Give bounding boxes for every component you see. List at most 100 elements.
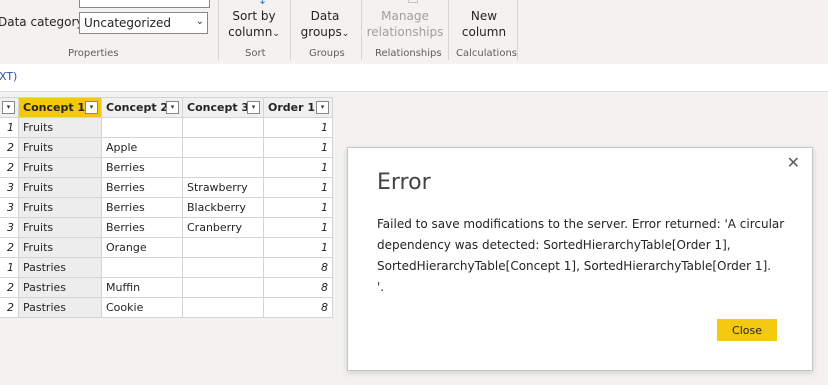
table-cell[interactable]: 8 bbox=[263, 297, 333, 318]
filter-dropdown-icon[interactable]: ▾ bbox=[316, 101, 329, 114]
filter-dropdown-icon[interactable]: ▾ bbox=[85, 101, 98, 114]
data-category-value: Uncategorized bbox=[84, 16, 171, 30]
table-header-row: ▾ Concept 1 ▾ Concept 2 ▾ Concept 3 ▾ Order… bbox=[0, 97, 333, 118]
table-row: 1 Pastries 8 bbox=[0, 257, 333, 278]
table-cell[interactable] bbox=[101, 257, 183, 278]
relationships-icon bbox=[408, 0, 418, 3]
formula-bar[interactable]: XT) bbox=[0, 64, 828, 92]
table-cell[interactable]: 2 bbox=[0, 297, 19, 318]
sort-by-line1: Sort by bbox=[232, 9, 276, 23]
close-icon[interactable]: ✕ bbox=[787, 153, 800, 172]
data-category-label: Data category bbox=[0, 15, 84, 29]
column-header-concept-3[interactable]: Concept 3 ▾ bbox=[182, 97, 264, 118]
table-cell[interactable]: 1 bbox=[263, 117, 333, 138]
table-cell[interactable]: 1 bbox=[0, 117, 19, 138]
group-label-groups: Groups bbox=[309, 48, 345, 59]
table-cell[interactable] bbox=[182, 157, 264, 178]
table-cell[interactable]: Apple bbox=[101, 137, 183, 158]
table-cell[interactable]: 8 bbox=[263, 277, 333, 298]
ribbon-divider bbox=[361, 0, 362, 60]
error-message: Failed to save modifications to the serv… bbox=[377, 217, 785, 294]
table-cell[interactable]: Fruits bbox=[18, 157, 102, 178]
ribbon-divider bbox=[290, 0, 291, 60]
table-cell[interactable]: 1 bbox=[263, 137, 333, 158]
table-cell[interactable] bbox=[182, 237, 264, 258]
table-cell[interactable]: 1 bbox=[263, 217, 333, 238]
filter-dropdown-icon[interactable]: ▾ bbox=[247, 101, 260, 114]
group-label-relationships: Relationships bbox=[375, 48, 442, 59]
table-cell[interactable]: Muffin bbox=[101, 277, 183, 298]
chevron-down-icon: ⌄ bbox=[195, 16, 204, 27]
table-cell[interactable]: Fruits bbox=[18, 237, 102, 258]
dialog-title: Error bbox=[377, 170, 431, 195]
table-cell[interactable]: 1 bbox=[0, 257, 19, 278]
column-header-hidden[interactable]: ▾ bbox=[0, 97, 19, 118]
table-cell[interactable]: Pastries bbox=[18, 277, 102, 298]
table-row: 2 Fruits Orange 1 bbox=[0, 237, 333, 258]
table-cell[interactable] bbox=[182, 257, 264, 278]
group-label-properties: Properties bbox=[68, 48, 119, 59]
table-cell[interactable] bbox=[182, 277, 264, 298]
table-cell[interactable]: 1 bbox=[263, 177, 333, 198]
data-groups-line1: Data bbox=[310, 9, 340, 23]
table-cell[interactable]: Cookie bbox=[101, 297, 183, 318]
table-cell[interactable] bbox=[182, 297, 264, 318]
ribbon-divider bbox=[218, 0, 219, 60]
filter-dropdown-icon[interactable]: ▾ bbox=[2, 101, 15, 114]
table-row: 3 Fruits Berries Blackberry 1 bbox=[0, 197, 333, 218]
table-cell[interactable] bbox=[182, 137, 264, 158]
table-cell[interactable]: 2 bbox=[0, 157, 19, 178]
table-cell[interactable]: 3 bbox=[0, 197, 19, 218]
sort-by-column-button[interactable]: Sort by column⌄ bbox=[228, 8, 280, 42]
close-button[interactable]: Close bbox=[717, 319, 777, 341]
group-label-calculations: Calculations bbox=[456, 48, 517, 59]
table-cell[interactable]: 1 bbox=[263, 237, 333, 258]
table-cell[interactable]: Blackberry bbox=[182, 197, 264, 218]
table-cell[interactable]: Pastries bbox=[18, 297, 102, 318]
table-cell[interactable]: Berries bbox=[101, 157, 183, 178]
table-cell[interactable]: 3 bbox=[0, 217, 19, 238]
table-cell[interactable] bbox=[101, 117, 183, 138]
table-row: 2 Fruits Berries 1 bbox=[0, 157, 333, 178]
format-dropdown[interactable] bbox=[79, 0, 210, 8]
ribbon-divider bbox=[448, 0, 449, 60]
table-cell[interactable]: 2 bbox=[0, 137, 19, 158]
table-row: 1 Fruits 1 bbox=[0, 117, 333, 138]
manage-relationships-button[interactable]: Manage relationships bbox=[366, 8, 444, 40]
table-cell[interactable]: Fruits bbox=[18, 117, 102, 138]
table-row: 3 Fruits Berries Cranberry 1 bbox=[0, 217, 333, 238]
group-label-sort: Sort bbox=[245, 48, 266, 59]
table-cell[interactable]: 2 bbox=[0, 277, 19, 298]
table-cell[interactable]: Fruits bbox=[18, 197, 102, 218]
sort-by-line2: column bbox=[228, 25, 273, 39]
table-cell[interactable]: Fruits bbox=[18, 177, 102, 198]
column-header-concept-1[interactable]: Concept 1 ▾ bbox=[18, 97, 102, 118]
table-row: 2 Pastries Muffin 8 bbox=[0, 277, 333, 298]
data-groups-line2: groups bbox=[300, 25, 342, 39]
ribbon: Data category Uncategorized ⌄ Properties… bbox=[0, 0, 828, 65]
ribbon-divider bbox=[517, 0, 518, 60]
table-cell[interactable]: Strawberry bbox=[182, 177, 264, 198]
new-column-line2: column bbox=[461, 25, 507, 39]
table-cell[interactable]: 1 bbox=[263, 197, 333, 218]
table-cell[interactable]: Pastries bbox=[18, 257, 102, 278]
table-cell[interactable]: Berries bbox=[101, 217, 183, 238]
table-cell[interactable] bbox=[182, 117, 264, 138]
table-cell[interactable]: Cranberry bbox=[182, 217, 264, 238]
formula-text: XT) bbox=[0, 70, 18, 83]
filter-dropdown-icon[interactable]: ▾ bbox=[166, 101, 179, 114]
column-header-order-1[interactable]: Order 1 ▾ bbox=[263, 97, 333, 118]
table-cell[interactable]: Berries bbox=[101, 197, 183, 218]
column-header-concept-2[interactable]: Concept 2 ▾ bbox=[101, 97, 183, 118]
table-cell[interactable]: Berries bbox=[101, 177, 183, 198]
table-cell[interactable]: Fruits bbox=[18, 217, 102, 238]
table-cell[interactable]: Orange bbox=[101, 237, 183, 258]
new-column-button[interactable]: New column bbox=[458, 8, 510, 40]
table-cell[interactable]: 3 bbox=[0, 177, 19, 198]
data-category-dropdown[interactable]: Uncategorized ⌄ bbox=[79, 12, 208, 34]
table-cell[interactable]: 2 bbox=[0, 237, 19, 258]
table-cell[interactable]: 1 bbox=[263, 157, 333, 178]
table-cell[interactable]: Fruits bbox=[18, 137, 102, 158]
data-groups-button[interactable]: Data groups⌄ bbox=[296, 8, 354, 42]
table-cell[interactable]: 8 bbox=[263, 257, 333, 278]
